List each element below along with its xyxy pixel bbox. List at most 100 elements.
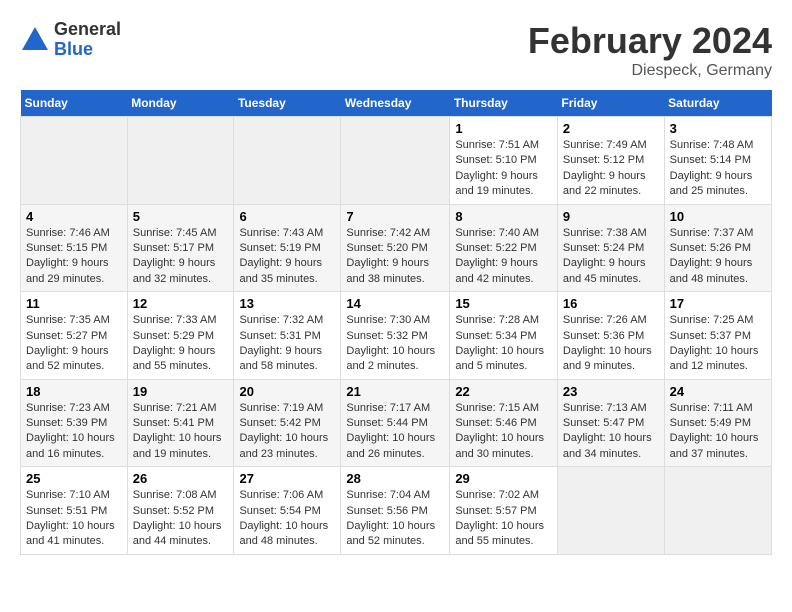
day-number: 16: [563, 296, 659, 311]
calendar-cell: 18 Sunrise: 7:23 AM Sunset: 5:39 PM Dayli…: [21, 379, 128, 467]
header-sunday: Sunday: [21, 90, 128, 117]
day-number: 18: [26, 384, 122, 399]
calendar-cell: 12 Sunrise: 7:33 AM Sunset: 5:29 PM Dayli…: [127, 292, 234, 380]
calendar-cell: 20 Sunrise: 7:19 AM Sunset: 5:42 PM Dayli…: [234, 379, 341, 467]
day-number: 6: [239, 209, 335, 224]
day-info: Sunrise: 7:40 AM Sunset: 5:22 PM Dayligh…: [455, 226, 552, 288]
week-row-2: 4Sunrise: 7:46 AM Sunset: 5:15 PM Daylig…: [21, 204, 772, 292]
main-title: February 2024: [528, 20, 772, 62]
calendar-cell: 27 Sunrise: 7:06 AM Sunset: 5:54 PM Dayli…: [234, 467, 341, 555]
day-info: Sunrise: 7:06 AM Sunset: 5:54 PM Dayligh…: [239, 488, 335, 550]
calendar-cell: 6 Sunrise: 7:43 AM Sunset: 5:19 PM Daylig…: [234, 204, 341, 292]
day-number: 23: [563, 384, 659, 399]
day-info: Sunrise: 7:45 AM Sunset: 5:17 PM Dayligh…: [133, 226, 229, 288]
day-info: Sunrise: 7:11 AM Sunset: 5:49 PM Dayligh…: [670, 401, 766, 463]
week-row-1: 1 Sunrise: 7:51 AM Sunset: 5:10 PM Daylig…: [21, 117, 772, 205]
day-info: Sunrise: 7:42 AM Sunset: 5:20 PM Dayligh…: [346, 226, 444, 288]
day-number: 12: [133, 296, 229, 311]
day-number: 11: [26, 296, 122, 311]
calendar-cell: 19 Sunrise: 7:21 AM Sunset: 5:41 PM Dayli…: [127, 379, 234, 467]
calendar-cell: 29 Sunrise: 7:02 AM Sunset: 5:57 PM Dayli…: [450, 467, 558, 555]
header-tuesday: Tuesday: [234, 90, 341, 117]
day-info: Sunrise: 7:04 AM Sunset: 5:56 PM Dayligh…: [346, 488, 444, 550]
day-number: 3: [670, 121, 766, 136]
calendar-cell: 3Sunrise: 7:48 AM Sunset: 5:14 PM Daylig…: [664, 117, 771, 205]
subtitle: Diespeck, Germany: [528, 62, 772, 80]
day-number: 7: [346, 209, 444, 224]
calendar-cell: 1 Sunrise: 7:51 AM Sunset: 5:10 PM Daylig…: [450, 117, 558, 205]
calendar-cell: [21, 117, 128, 205]
day-number: 4: [26, 209, 122, 224]
title-block: February 2024 Diespeck, Germany: [528, 20, 772, 80]
logo-general: General: [54, 20, 121, 40]
day-info: Sunrise: 7:08 AM Sunset: 5:52 PM Dayligh…: [133, 488, 229, 550]
calendar-cell: 2Sunrise: 7:49 AM Sunset: 5:12 PM Daylig…: [557, 117, 664, 205]
calendar-cell: 16 Sunrise: 7:26 AM Sunset: 5:36 PM Dayli…: [557, 292, 664, 380]
calendar-cell: 14Sunrise: 7:30 AM Sunset: 5:32 PM Dayli…: [341, 292, 450, 380]
calendar-cell: 15Sunrise: 7:28 AM Sunset: 5:34 PM Dayli…: [450, 292, 558, 380]
header-thursday: Thursday: [450, 90, 558, 117]
day-number: 22: [455, 384, 552, 399]
logo-blue: Blue: [54, 40, 121, 60]
calendar-cell: 5 Sunrise: 7:45 AM Sunset: 5:17 PM Daylig…: [127, 204, 234, 292]
day-info: Sunrise: 7:13 AM Sunset: 5:47 PM Dayligh…: [563, 401, 659, 463]
calendar-cell: 22 Sunrise: 7:15 AM Sunset: 5:46 PM Dayli…: [450, 379, 558, 467]
day-info: Sunrise: 7:43 AM Sunset: 5:19 PM Dayligh…: [239, 226, 335, 288]
day-info: Sunrise: 7:32 AM Sunset: 5:31 PM Dayligh…: [239, 313, 335, 375]
week-row-4: 18 Sunrise: 7:23 AM Sunset: 5:39 PM Dayli…: [21, 379, 772, 467]
logo-icon: [20, 25, 50, 55]
calendar-cell: 21Sunrise: 7:17 AM Sunset: 5:44 PM Dayli…: [341, 379, 450, 467]
logo: General Blue: [20, 20, 121, 60]
calendar-cell: [557, 467, 664, 555]
day-info: Sunrise: 7:21 AM Sunset: 5:41 PM Dayligh…: [133, 401, 229, 463]
day-number: 29: [455, 471, 552, 486]
day-number: 5: [133, 209, 229, 224]
day-info: Sunrise: 7:25 AM Sunset: 5:37 PM Dayligh…: [670, 313, 766, 375]
day-number: 27: [239, 471, 335, 486]
day-number: 28: [346, 471, 444, 486]
day-info: Sunrise: 7:26 AM Sunset: 5:36 PM Dayligh…: [563, 313, 659, 375]
day-number: 1: [455, 121, 552, 136]
day-number: 19: [133, 384, 229, 399]
day-info: Sunrise: 7:02 AM Sunset: 5:57 PM Dayligh…: [455, 488, 552, 550]
day-info: Sunrise: 7:19 AM Sunset: 5:42 PM Dayligh…: [239, 401, 335, 463]
week-row-5: 25Sunrise: 7:10 AM Sunset: 5:51 PM Dayli…: [21, 467, 772, 555]
day-info: Sunrise: 7:51 AM Sunset: 5:10 PM Dayligh…: [455, 138, 552, 200]
calendar-cell: 11 Sunrise: 7:35 AM Sunset: 5:27 PM Dayli…: [21, 292, 128, 380]
day-info: Sunrise: 7:37 AM Sunset: 5:26 PM Dayligh…: [670, 226, 766, 288]
calendar-cell: 10 Sunrise: 7:37 AM Sunset: 5:26 PM Dayli…: [664, 204, 771, 292]
day-info: Sunrise: 7:38 AM Sunset: 5:24 PM Dayligh…: [563, 226, 659, 288]
day-number: 9: [563, 209, 659, 224]
day-number: 25: [26, 471, 122, 486]
header-monday: Monday: [127, 90, 234, 117]
calendar-cell: 8 Sunrise: 7:40 AM Sunset: 5:22 PM Daylig…: [450, 204, 558, 292]
calendar-cell: 7 Sunrise: 7:42 AM Sunset: 5:20 PM Daylig…: [341, 204, 450, 292]
header-row: SundayMondayTuesdayWednesdayThursdayFrid…: [21, 90, 772, 117]
calendar-cell: 13Sunrise: 7:32 AM Sunset: 5:31 PM Dayli…: [234, 292, 341, 380]
day-number: 24: [670, 384, 766, 399]
calendar-cell: 25Sunrise: 7:10 AM Sunset: 5:51 PM Dayli…: [21, 467, 128, 555]
page-header: General Blue February 2024 Diespeck, Ger…: [20, 20, 772, 80]
calendar-cell: 24 Sunrise: 7:11 AM Sunset: 5:49 PM Dayli…: [664, 379, 771, 467]
calendar-cell: [234, 117, 341, 205]
day-number: 8: [455, 209, 552, 224]
day-number: 15: [455, 296, 552, 311]
day-info: Sunrise: 7:17 AM Sunset: 5:44 PM Dayligh…: [346, 401, 444, 463]
day-number: 20: [239, 384, 335, 399]
calendar-cell: [341, 117, 450, 205]
day-info: Sunrise: 7:35 AM Sunset: 5:27 PM Dayligh…: [26, 313, 122, 375]
day-info: Sunrise: 7:49 AM Sunset: 5:12 PM Dayligh…: [563, 138, 659, 200]
header-wednesday: Wednesday: [341, 90, 450, 117]
day-info: Sunrise: 7:30 AM Sunset: 5:32 PM Dayligh…: [346, 313, 444, 375]
calendar-cell: 28 Sunrise: 7:04 AM Sunset: 5:56 PM Dayli…: [341, 467, 450, 555]
calendar-table: SundayMondayTuesdayWednesdayThursdayFrid…: [20, 90, 772, 555]
day-info: Sunrise: 7:33 AM Sunset: 5:29 PM Dayligh…: [133, 313, 229, 375]
calendar-cell: 26Sunrise: 7:08 AM Sunset: 5:52 PM Dayli…: [127, 467, 234, 555]
day-number: 10: [670, 209, 766, 224]
calendar-cell: 23 Sunrise: 7:13 AM Sunset: 5:47 PM Dayli…: [557, 379, 664, 467]
calendar-cell: 17Sunrise: 7:25 AM Sunset: 5:37 PM Dayli…: [664, 292, 771, 380]
day-info: Sunrise: 7:15 AM Sunset: 5:46 PM Dayligh…: [455, 401, 552, 463]
header-friday: Friday: [557, 90, 664, 117]
day-info: Sunrise: 7:23 AM Sunset: 5:39 PM Dayligh…: [26, 401, 122, 463]
calendar-cell: 4Sunrise: 7:46 AM Sunset: 5:15 PM Daylig…: [21, 204, 128, 292]
